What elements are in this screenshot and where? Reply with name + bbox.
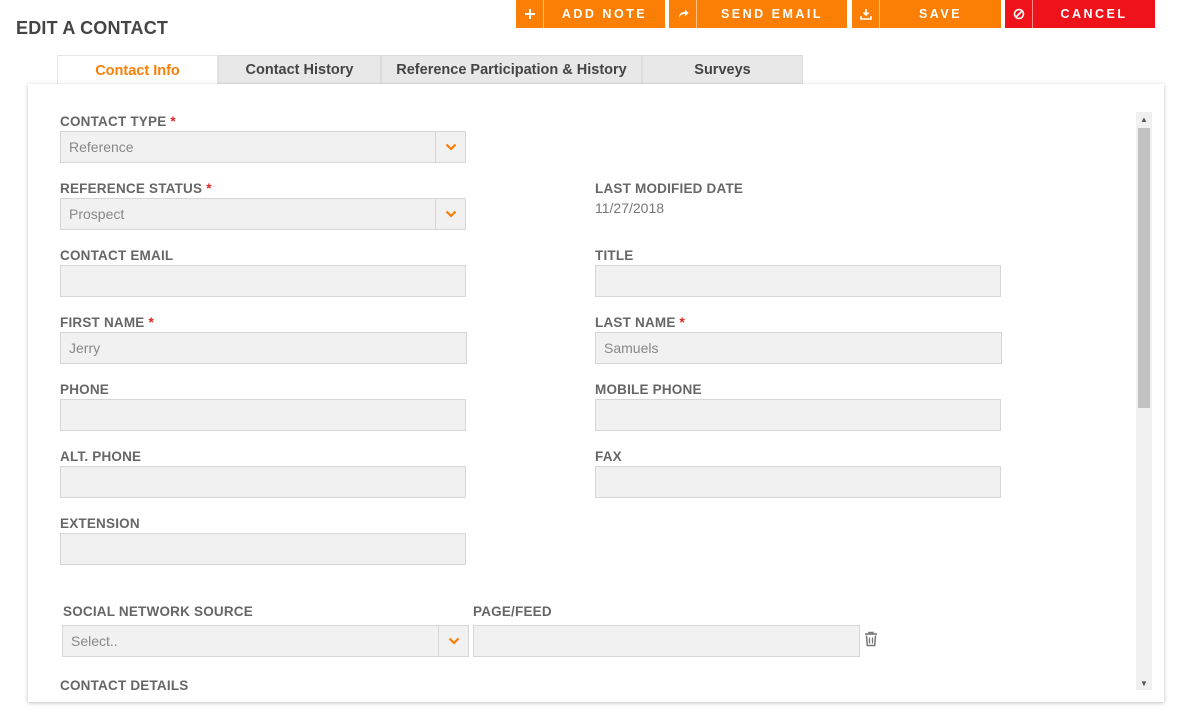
required-mark: * xyxy=(679,315,686,330)
contact-type-value: Reference xyxy=(69,139,134,155)
extension-field[interactable] xyxy=(60,533,466,565)
contact-email-field[interactable] xyxy=(60,265,466,297)
chevron-down-icon xyxy=(438,626,468,656)
tab-contact-history[interactable]: Contact History xyxy=(218,55,381,84)
last-modified-label: LAST MODIFIED DATE xyxy=(595,181,744,196)
page-title: EDIT A CONTACT xyxy=(16,18,169,38)
fax-label: FAX xyxy=(595,449,622,464)
tab-reference-participation[interactable]: Reference Participation & History xyxy=(381,55,642,84)
social-network-source-select[interactable]: Select.. xyxy=(62,625,469,657)
tab-label: Reference Participation & History xyxy=(396,62,627,78)
cancel-label: CANCEL xyxy=(1060,7,1128,21)
tab-surveys[interactable]: Surveys xyxy=(642,55,803,84)
contact-type-select[interactable]: Reference xyxy=(60,131,466,163)
chevron-down-icon xyxy=(435,199,465,229)
scroll-up-arrow-icon[interactable]: ▲ xyxy=(1136,112,1152,126)
alt-phone-field[interactable] xyxy=(60,466,466,498)
add-note-label: ADD NOTE xyxy=(561,7,648,21)
tab-label: Surveys xyxy=(694,62,751,78)
social-network-source-value: Select.. xyxy=(71,633,118,649)
tab-label: Contact Info xyxy=(95,62,180,79)
trash-icon[interactable] xyxy=(864,631,878,652)
tab-contact-info[interactable]: Contact Info xyxy=(57,55,218,85)
last-name-field[interactable]: Samuels xyxy=(595,332,1002,364)
contact-form-panel: CONTACT TYPE * Reference REFERENCE STATUS… xyxy=(28,84,1164,702)
reference-status-value: Prospect xyxy=(69,206,125,222)
extension-label: EXTENSION xyxy=(60,516,140,531)
plus-icon xyxy=(516,0,544,28)
page-feed-label: PAGE/FEED xyxy=(473,604,552,619)
phone-label: PHONE xyxy=(60,382,110,397)
title-label: TITLE xyxy=(595,248,634,263)
save-label: SAVE xyxy=(918,7,963,21)
fax-field[interactable] xyxy=(595,466,1001,498)
first-name-label-text: FIRST NAME xyxy=(60,315,145,330)
vertical-scrollbar[interactable]: ▲ ▼ xyxy=(1136,112,1152,690)
required-mark: * xyxy=(148,315,154,330)
mobile-phone-label: MOBILE PHONE xyxy=(595,382,702,397)
reference-status-label: REFERENCE STATUS * xyxy=(60,181,212,196)
social-network-source-label: SOCIAL NETWORK SOURCE xyxy=(63,604,253,619)
download-icon xyxy=(852,0,880,28)
contact-email-label: CONTACT EMAIL xyxy=(60,248,174,263)
page-feed-field[interactable] xyxy=(473,625,860,657)
reference-status-label-text: REFERENCE STATUS xyxy=(60,181,203,196)
send-email-label: SEND EMAIL xyxy=(720,7,824,21)
required-mark: * xyxy=(206,181,212,196)
first-name-label: FIRST NAME * xyxy=(60,315,154,330)
send-email-button[interactable]: SEND EMAIL xyxy=(669,0,847,28)
tab-label: Contact History xyxy=(245,62,354,78)
last-modified-value: 11/27/2018 xyxy=(595,200,665,216)
scroll-down-arrow-icon[interactable]: ▼ xyxy=(1136,676,1152,690)
contact-type-label-text: CONTACT TYPE xyxy=(60,114,167,129)
required-mark: * xyxy=(170,114,176,129)
contact-type-label: CONTACT TYPE * xyxy=(60,114,176,129)
first-name-field[interactable]: Jerry xyxy=(60,332,467,364)
tab-bar: Contact Info Contact History Reference P… xyxy=(57,55,803,85)
save-button[interactable]: SAVE xyxy=(852,0,1001,28)
reference-status-select[interactable]: Prospect xyxy=(60,198,466,230)
last-name-label: LAST NAME * xyxy=(595,315,685,330)
cancel-icon xyxy=(1005,0,1033,28)
cancel-button[interactable]: CANCEL xyxy=(1005,0,1155,28)
share-icon xyxy=(669,0,697,28)
alt-phone-label: ALT. PHONE xyxy=(60,449,142,464)
last-name-label-text: LAST NAME xyxy=(595,315,676,330)
add-note-button[interactable]: ADD NOTE xyxy=(516,0,665,28)
chevron-down-icon xyxy=(435,132,465,162)
title-field[interactable] xyxy=(595,265,1001,297)
contact-details-label: CONTACT DETAILS xyxy=(60,678,189,693)
mobile-phone-field[interactable] xyxy=(595,399,1001,431)
scrollbar-thumb[interactable] xyxy=(1138,128,1150,408)
phone-field[interactable] xyxy=(60,399,466,431)
